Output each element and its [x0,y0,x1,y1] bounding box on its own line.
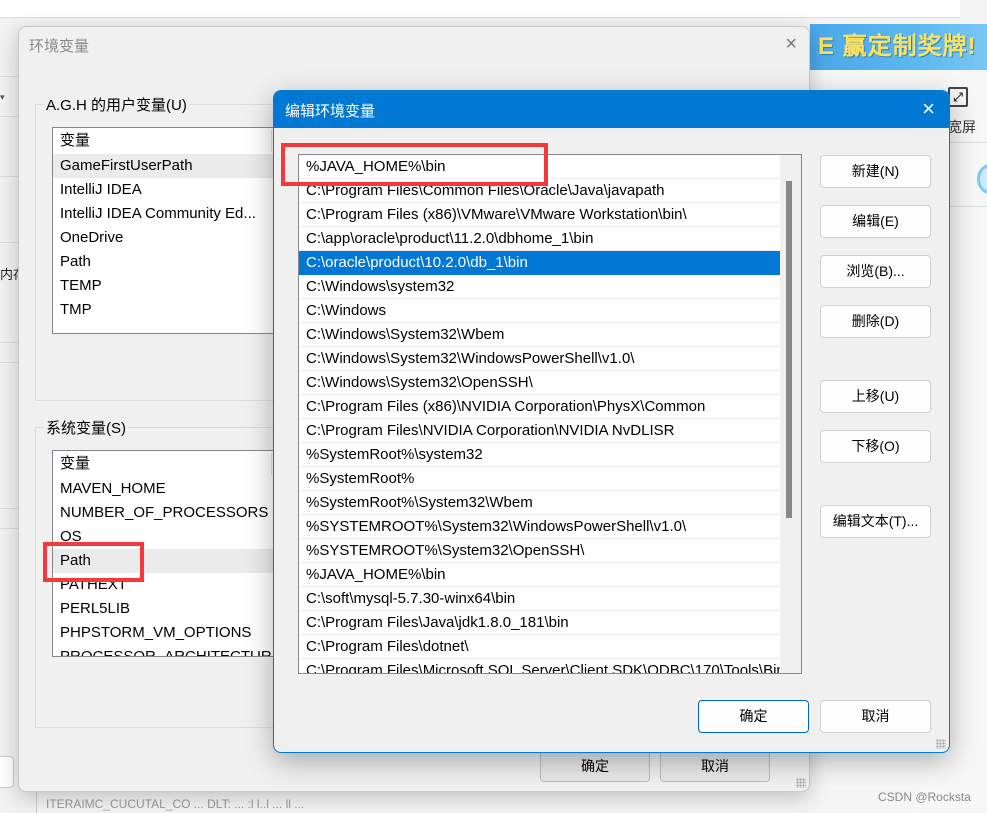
background-left-box [0,756,14,788]
new-button[interactable]: 新建(N) [820,155,931,188]
browse-button[interactable]: 浏览(B)... [820,255,931,288]
path-row[interactable]: %SystemRoot%\System32\Wbem [299,491,780,515]
browser-top-bar-edge [960,0,987,18]
path-row[interactable]: C:\Program Files\Java\jdk1.8.0_181\bin [299,611,780,635]
fullscreen-icon[interactable]: ⤢ [948,87,968,107]
user-variables-legend: A.G.H 的用户变量(U) [44,94,189,115]
browser-top-bar [0,0,987,18]
scrollbar-thumb[interactable] [786,181,792,518]
path-row[interactable]: C:\Program Files\dotnet\ [299,635,780,659]
delete-button[interactable]: 删除(D) [820,305,931,338]
background-banner[interactable]: E 赢定制奖牌! [810,24,987,70]
column-header-label: 变量 [60,455,91,472]
cancel-button[interactable]: 取消 [660,750,770,782]
background-bottom-text: ITERAIMC_CUCUTAL_CO ... DLT: ... :l l..l… [46,797,305,811]
path-row[interactable]: C:\Program Files\Microsoft SQL Server\Cl… [299,659,780,673]
vertical-scrollbar[interactable] [780,155,801,673]
resize-grip-icon[interactable] [936,739,946,749]
path-list[interactable]: %JAVA_HOME%\bin C:\Program Files\Common F… [298,154,802,674]
path-row[interactable]: C:\app\oracle\product\11.2.0\dbhome_1\bi… [299,227,780,251]
edit-button[interactable]: 编辑(E) [820,205,931,238]
path-row[interactable]: %JAVA_HOME%\bin [299,155,780,179]
ok-button[interactable]: 确定 [698,700,809,733]
path-row[interactable]: C:\Windows\System32\Wbem [299,323,780,347]
path-row[interactable]: %SystemRoot% [299,467,780,491]
path-row[interactable]: C:\Program Files (x86)\VMware\VMware Wor… [299,203,780,227]
column-separator[interactable] [271,130,272,152]
move-down-button[interactable]: 下移(O) [820,430,931,463]
system-variables-legend: 系统变量(S) [44,417,128,438]
path-row[interactable]: C:\oracle\product\10.2.0\db_1\bin [299,251,780,275]
background-left-label: 内存 [0,267,18,282]
path-row[interactable]: C:\Program Files\Common Files\Oracle\Jav… [299,179,780,203]
column-header-label: 变量 [60,132,91,149]
cancel-button[interactable]: 取消 [820,700,931,733]
dialog-title: 环境变量 [29,38,90,55]
dialog-title: 编辑环境变量 [285,103,376,120]
close-icon[interactable]: × [785,33,797,55]
path-row[interactable]: C:\soft\mysql-5.7.30-winx64\bin [299,587,780,611]
path-row[interactable]: C:\Windows\System32\OpenSSH\ [299,371,780,395]
move-up-button[interactable]: 上移(U) [820,380,931,413]
resize-grip-icon[interactable] [796,778,806,788]
close-icon[interactable]: × [922,97,935,121]
path-row[interactable]: %SystemRoot%\system32 [299,443,780,467]
path-row[interactable]: C:\Windows\system32 [299,275,780,299]
path-row[interactable]: %JAVA_HOME%\bin [299,563,780,587]
path-row[interactable]: %SYSTEMROOT%\System32\WindowsPowerShell\… [299,515,780,539]
path-row[interactable]: C:\Program Files\NVIDIA Corporation\NVID… [299,419,780,443]
path-row[interactable]: C:\Windows\System32\WindowsPowerShell\v1… [299,347,780,371]
ok-button[interactable]: 确定 [540,750,650,782]
watermark: CSDN @Rocksta [878,790,971,804]
edit-environment-variable-dialog: 编辑环境变量 × %JAVA_HOME%\bin C:\Program Files… [273,90,950,753]
path-row[interactable]: C:\Program Files (x86)\NVIDIA Corporatio… [299,395,780,419]
fullscreen-label[interactable]: 宽屏 [948,117,976,137]
edit-text-button[interactable]: 编辑文本(T)... [820,505,931,538]
path-row[interactable]: C:\Windows [299,299,780,323]
background-dropdown-arrow-icon: ▾ [0,92,5,102]
path-row[interactable]: %SYSTEMROOT%\System32\OpenSSH\ [299,539,780,563]
background-left-panel [0,18,18,813]
column-separator[interactable] [271,453,272,475]
dialog-titlebar[interactable]: 编辑环境变量 × [274,91,949,128]
